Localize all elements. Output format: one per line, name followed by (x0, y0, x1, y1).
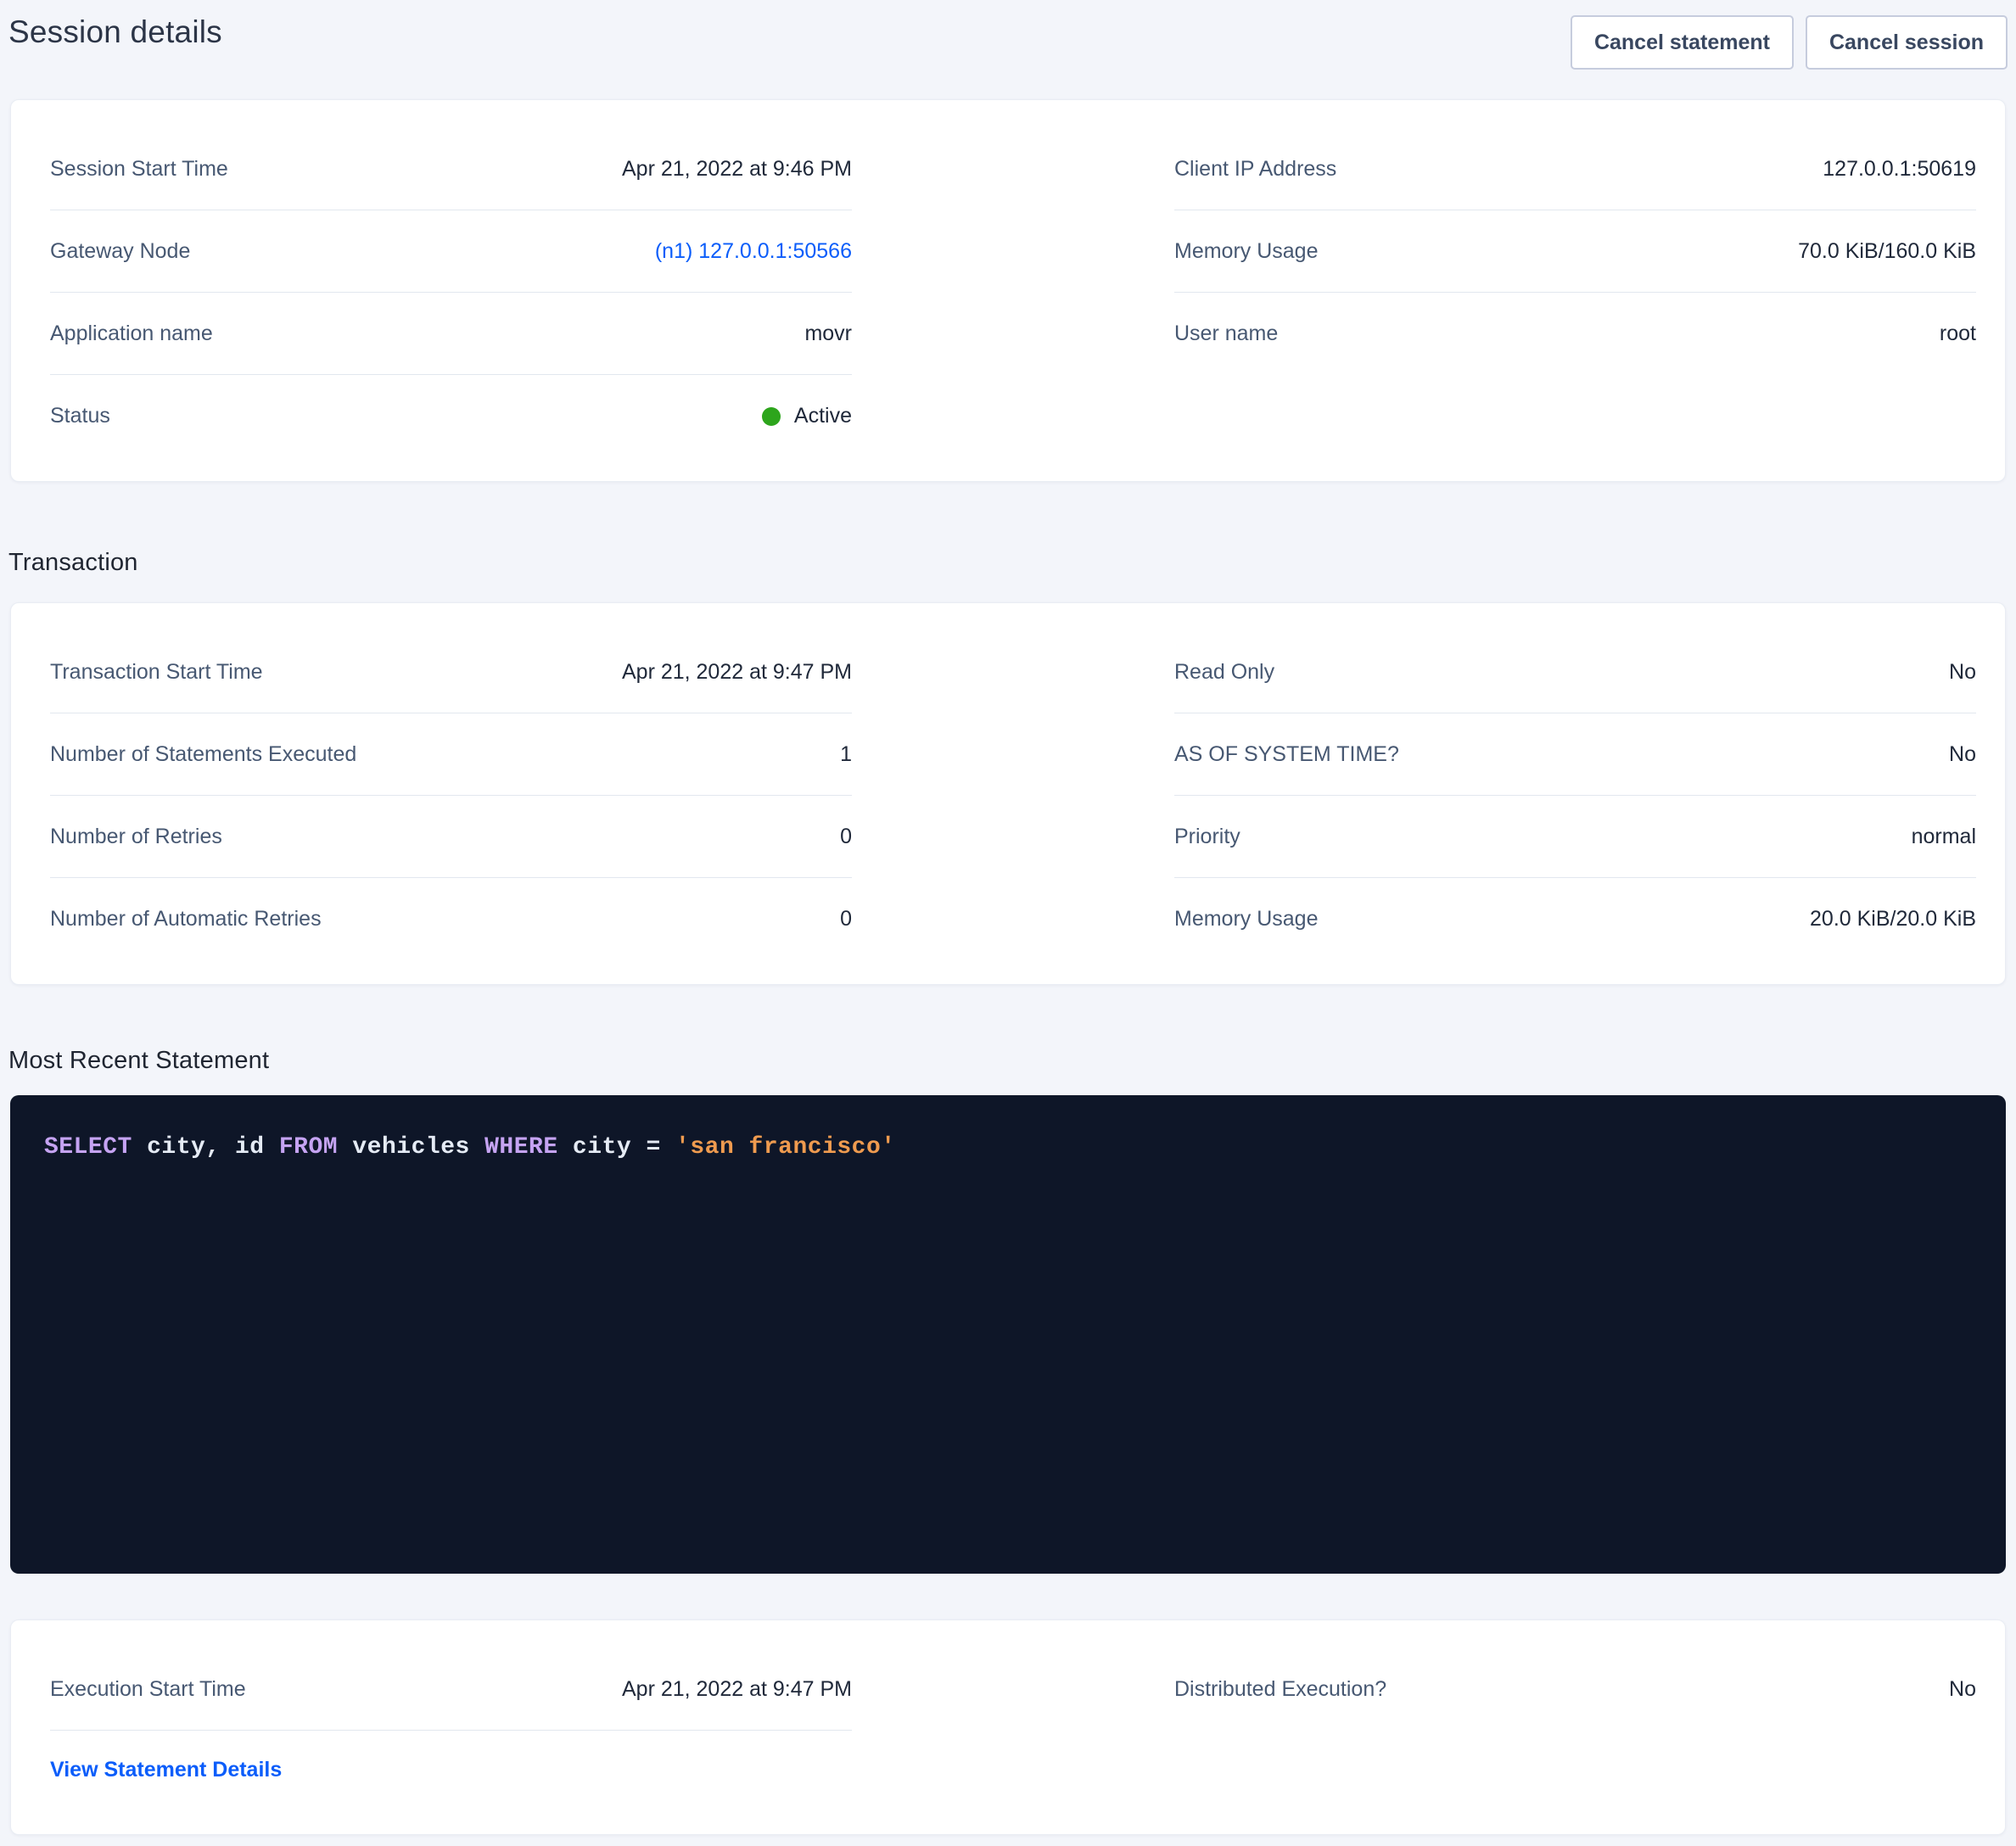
sql-string-token: 'san francisco' (675, 1134, 896, 1161)
read-only-label: Read Only (1174, 660, 1274, 685)
status-label: Status (50, 404, 110, 428)
cancel-session-button[interactable]: Cancel session (1806, 15, 2008, 70)
execution-right-column: Distributed Execution? No (1174, 1648, 1976, 1809)
session-memory-usage-label: Memory Usage (1174, 239, 1319, 264)
session-details-page: Session details Cancel statement Cancel … (0, 0, 2016, 1846)
user-name-value: root (1940, 322, 1976, 346)
transaction-start-time-value: Apr 21, 2022 at 9:47 PM (622, 660, 852, 685)
as-of-system-time-value: No (1949, 742, 1976, 767)
sql-plain-token: city, id (132, 1134, 279, 1161)
session-memory-usage-row: Memory Usage 70.0 KiB/160.0 KiB (1174, 210, 1976, 293)
session-summary-grid: Session Start Time Apr 21, 2022 at 9:46 … (11, 100, 2005, 481)
distributed-execution-label: Distributed Execution? (1174, 1677, 1386, 1702)
client-ip-row: Client IP Address 127.0.0.1:50619 (1174, 128, 1976, 210)
session-start-time-label: Session Start Time (50, 157, 228, 182)
gateway-node-row: Gateway Node (n1) 127.0.0.1:50566 (50, 210, 852, 293)
view-statement-details-link[interactable]: View Statement Details (50, 1758, 282, 1782)
transaction-right-column: Read Only No AS OF SYSTEM TIME? No Prior… (1174, 631, 1976, 960)
session-summary-left-column: Session Start Time Apr 21, 2022 at 9:46 … (50, 128, 852, 457)
transaction-memory-usage-row: Memory Usage 20.0 KiB/20.0 KiB (1174, 878, 1976, 960)
gateway-node-link[interactable]: (n1) 127.0.0.1:50566 (655, 239, 852, 264)
transaction-section-heading: Transaction (8, 548, 2008, 577)
session-summary-card: Session Start Time Apr 21, 2022 at 9:46 … (10, 99, 2006, 482)
automatic-retries-label: Number of Automatic Retries (50, 907, 322, 931)
session-memory-usage-value: 70.0 KiB/160.0 KiB (1798, 239, 1976, 264)
number-of-retries-label: Number of Retries (50, 825, 222, 849)
read-only-value: No (1949, 660, 1976, 685)
automatic-retries-value: 0 (840, 907, 852, 931)
statements-executed-value: 1 (840, 742, 852, 767)
session-start-time-row: Session Start Time Apr 21, 2022 at 9:46 … (50, 128, 852, 210)
number-of-retries-value: 0 (840, 825, 852, 849)
number-of-retries-row: Number of Retries 0 (50, 796, 852, 878)
sql-statement-box: SELECT city, id FROM vehicles WHERE city… (10, 1095, 2006, 1574)
transaction-memory-usage-value: 20.0 KiB/20.0 KiB (1810, 907, 1976, 931)
priority-label: Priority (1174, 825, 1240, 849)
sql-keyword-token: WHERE (484, 1134, 558, 1161)
sql-keyword-token: FROM (279, 1134, 338, 1161)
transaction-card: Transaction Start Time Apr 21, 2022 at 9… (10, 602, 2006, 985)
priority-row: Priority normal (1174, 796, 1976, 878)
cancel-statement-button[interactable]: Cancel statement (1571, 15, 1794, 70)
execution-start-time-label: Execution Start Time (50, 1677, 246, 1702)
sql-plain-token: city = (558, 1134, 675, 1161)
status-active-dot-icon (762, 407, 781, 426)
statements-executed-row: Number of Statements Executed 1 (50, 713, 852, 796)
distributed-execution-value: No (1949, 1677, 1976, 1702)
user-name-row: User name root (1174, 293, 1976, 375)
transaction-grid: Transaction Start Time Apr 21, 2022 at 9… (11, 603, 2005, 984)
execution-start-time-row: Execution Start Time Apr 21, 2022 at 9:4… (50, 1648, 852, 1731)
statement-section-heading: Most Recent Statement (8, 1046, 2008, 1075)
page-title: Session details (8, 12, 222, 53)
client-ip-label: Client IP Address (1174, 157, 1336, 182)
application-name-value: movr (804, 322, 852, 346)
status-text: Active (794, 404, 852, 428)
sql-statement: SELECT city, id FROM vehicles WHERE city… (44, 1134, 896, 1161)
user-name-label: User name (1174, 322, 1278, 346)
client-ip-value: 127.0.0.1:50619 (1823, 157, 1976, 182)
as-of-system-time-row: AS OF SYSTEM TIME? No (1174, 713, 1976, 796)
read-only-row: Read Only No (1174, 631, 1976, 713)
page-header: Session details Cancel statement Cancel … (0, 0, 2016, 70)
sql-keyword-token: SELECT (44, 1134, 132, 1161)
as-of-system-time-label: AS OF SYSTEM TIME? (1174, 742, 1399, 767)
transaction-start-time-label: Transaction Start Time (50, 660, 263, 685)
distributed-execution-row: Distributed Execution? No (1174, 1648, 1976, 1731)
automatic-retries-row: Number of Automatic Retries 0 (50, 878, 852, 960)
status-value: Active (762, 404, 852, 428)
session-start-time-value: Apr 21, 2022 at 9:46 PM (622, 157, 852, 182)
session-summary-right-column: Client IP Address 127.0.0.1:50619 Memory… (1174, 128, 1976, 457)
execution-card: Execution Start Time Apr 21, 2022 at 9:4… (10, 1619, 2006, 1835)
sql-plain-token: vehicles (338, 1134, 484, 1161)
application-name-label: Application name (50, 322, 213, 346)
header-actions: Cancel statement Cancel session (1571, 12, 2008, 70)
gateway-node-label: Gateway Node (50, 239, 190, 264)
execution-left-column: Execution Start Time Apr 21, 2022 at 9:4… (50, 1648, 852, 1809)
status-row: Status Active (50, 375, 852, 457)
application-name-row: Application name movr (50, 293, 852, 375)
transaction-memory-usage-label: Memory Usage (1174, 907, 1319, 931)
execution-grid: Execution Start Time Apr 21, 2022 at 9:4… (11, 1620, 2005, 1834)
execution-start-time-value: Apr 21, 2022 at 9:47 PM (622, 1677, 852, 1702)
transaction-start-time-row: Transaction Start Time Apr 21, 2022 at 9… (50, 631, 852, 713)
transaction-left-column: Transaction Start Time Apr 21, 2022 at 9… (50, 631, 852, 960)
statements-executed-label: Number of Statements Executed (50, 742, 356, 767)
priority-value: normal (1912, 825, 1976, 849)
view-statement-details-row: View Statement Details (50, 1731, 852, 1809)
